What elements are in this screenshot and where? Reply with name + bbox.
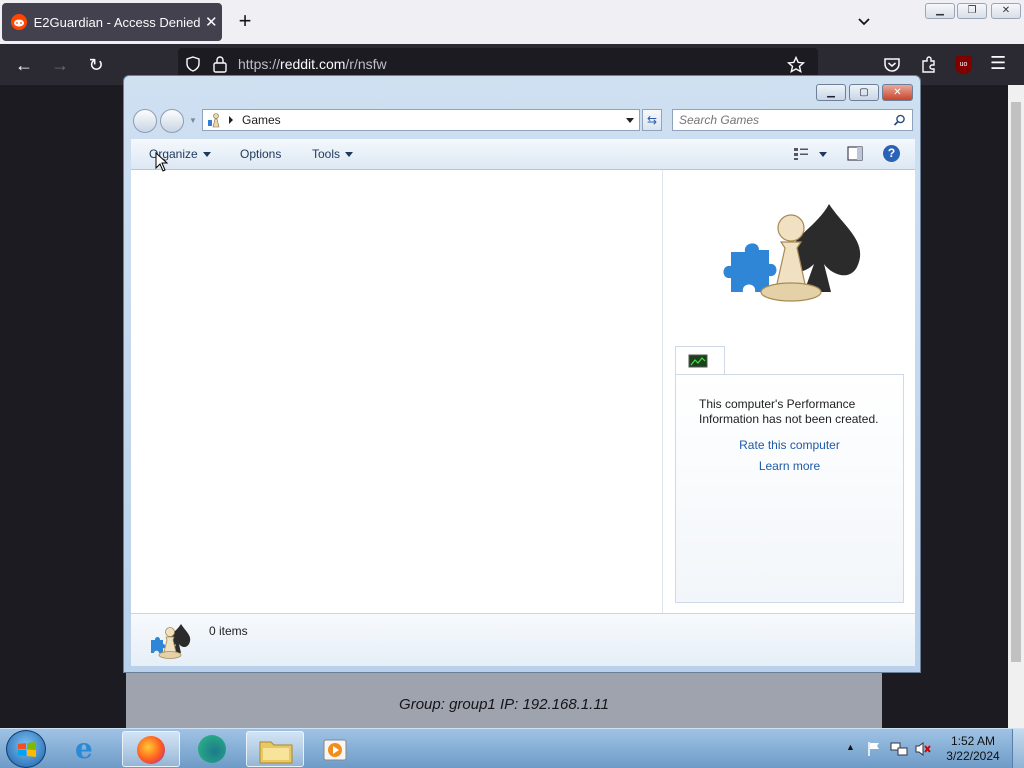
action-center-flag-icon[interactable] xyxy=(866,741,882,757)
games-close-button[interactable]: ✕ xyxy=(882,84,913,101)
preview-pane: This computer's Performance Information … xyxy=(662,170,915,613)
internet-explorer-icon: e xyxy=(75,732,93,765)
search-icon[interactable] xyxy=(893,114,906,127)
search-box[interactable] xyxy=(672,109,913,131)
reload-icon[interactable]: ↻ xyxy=(83,52,109,78)
windows-logo-icon xyxy=(18,742,36,757)
system-tray: ▲ 1:52 AM 3/22/2024 xyxy=(840,729,1024,768)
refresh-icon[interactable]: ⇆ xyxy=(642,109,662,131)
firefox-icon xyxy=(137,736,165,764)
games-maximize-button[interactable]: ▢ xyxy=(849,84,879,101)
performance-message: This computer's Performance Information … xyxy=(699,397,879,426)
taskbar-internet-explorer[interactable]: e xyxy=(60,731,118,767)
breadcrumb-arrow-icon[interactable] xyxy=(229,116,233,124)
scrollbar-thumb[interactable] xyxy=(1011,102,1021,662)
taskbar-explorer[interactable] xyxy=(246,731,304,767)
back-button[interactable] xyxy=(133,109,157,133)
rate-computer-link[interactable]: Rate this computer xyxy=(676,438,903,452)
shield-icon[interactable] xyxy=(185,56,201,72)
caret-down-icon xyxy=(202,151,211,157)
forward-button[interactable] xyxy=(160,109,184,133)
games-content-area: This computer's Performance Information … xyxy=(131,170,915,613)
group-ip-info: Group: group1 IP: 192.168.1.11 xyxy=(399,696,609,713)
learn-more-link[interactable]: Learn more xyxy=(676,459,903,473)
games-explorer-window: ▁ ▢ ✕ ▼ Games ⇆ Organize Options Tools ? xyxy=(123,75,921,673)
browser-tab-bar: E2Guardian - Access Denied ✕ + ▁ ❐ ✕ xyxy=(0,0,1024,44)
games-folder-icon xyxy=(208,113,220,128)
tools-menu[interactable]: Tools xyxy=(312,147,354,161)
minimize-window-button[interactable]: ▁ xyxy=(925,3,955,19)
lock-icon[interactable] xyxy=(212,55,228,73)
taskbar-edge[interactable] xyxy=(184,731,242,767)
restore-window-button[interactable]: ❐ xyxy=(957,3,987,19)
clock-time: 1:52 AM xyxy=(950,734,996,748)
games-chess-pawn-icon xyxy=(723,204,861,302)
folder-icon xyxy=(259,741,293,764)
start-button[interactable] xyxy=(6,730,46,768)
nav-back-forward xyxy=(133,109,189,133)
volume-muted-icon[interactable] xyxy=(914,741,932,757)
mouse-cursor-icon xyxy=(155,152,169,172)
page-scrollbar[interactable] xyxy=(1008,85,1024,728)
command-bar: Organize Options Tools ? xyxy=(131,139,915,170)
views-dropdown-icon[interactable] xyxy=(819,152,827,157)
performance-tab[interactable] xyxy=(675,346,725,375)
search-input[interactable] xyxy=(679,112,884,128)
show-desktop-button[interactable] xyxy=(1012,729,1024,768)
address-location[interactable]: Games xyxy=(242,113,281,127)
views-icon[interactable] xyxy=(793,147,809,161)
forward-arrow-icon[interactable]: → xyxy=(47,52,73,78)
clock-date: 3/22/2024 xyxy=(946,749,1000,763)
url-text: https://reddit.com/r/nsfw xyxy=(238,56,387,72)
list-all-tabs-icon[interactable] xyxy=(854,12,874,32)
taskbar-media-player[interactable] xyxy=(308,731,366,767)
reddit-icon xyxy=(11,14,27,30)
performance-info-box: This computer's Performance Information … xyxy=(675,374,904,603)
network-icon[interactable] xyxy=(890,741,908,757)
recent-pages-chevron-icon[interactable]: ▼ xyxy=(189,116,197,125)
games-small-icon xyxy=(151,624,191,659)
new-tab-button[interactable]: + xyxy=(234,10,256,32)
caret-down-icon xyxy=(345,151,354,157)
taskbar: e ▲ 1:52 AM 3/22/2024 xyxy=(0,728,1024,768)
help-icon[interactable]: ? xyxy=(883,145,900,162)
bookmark-star-icon[interactable] xyxy=(787,56,805,74)
menu-hamburger-icon[interactable]: ☰ xyxy=(990,53,1006,74)
games-minimize-button[interactable]: ▁ xyxy=(816,84,846,101)
preview-pane-icon[interactable] xyxy=(847,146,863,161)
performance-meter-icon xyxy=(688,354,708,368)
tab-close-icon[interactable]: ✕ xyxy=(201,13,222,31)
browser-tab[interactable]: E2Guardian - Access Denied ✕ xyxy=(2,3,222,41)
ublock-origin-icon[interactable]: uo xyxy=(955,56,972,74)
tab-title: E2Guardian - Access Denied xyxy=(33,14,201,30)
back-arrow-icon[interactable]: ← xyxy=(11,52,37,78)
taskbar-firefox[interactable] xyxy=(122,731,180,767)
clock[interactable]: 1:52 AM 3/22/2024 xyxy=(944,734,1002,764)
pocket-icon[interactable] xyxy=(883,56,901,74)
extensions-icon[interactable] xyxy=(920,55,938,73)
close-window-button[interactable]: ✕ xyxy=(991,3,1021,19)
details-pane: 0 items xyxy=(131,613,915,666)
show-hidden-icons-icon[interactable]: ▲ xyxy=(846,742,855,752)
item-count: 0 items xyxy=(209,624,248,638)
media-player-icon xyxy=(323,739,347,761)
address-dropdown-icon[interactable] xyxy=(626,118,634,123)
edge-icon xyxy=(198,735,226,763)
options-button[interactable]: Options xyxy=(240,147,281,161)
address-bar[interactable]: Games xyxy=(202,109,640,131)
